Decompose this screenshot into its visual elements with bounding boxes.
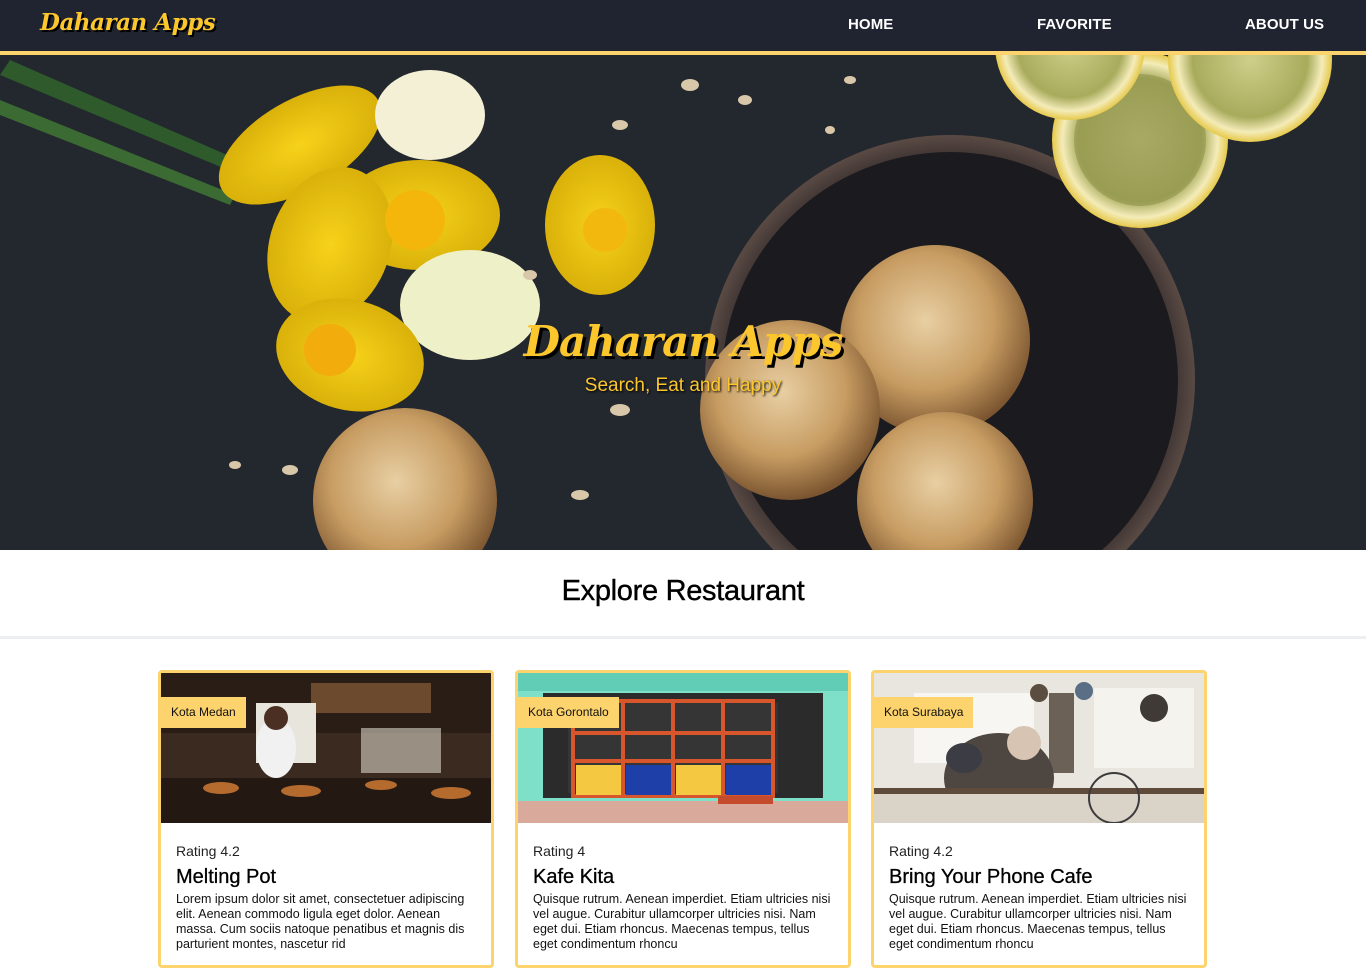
section-title: Explore Restaurant [561,575,805,607]
restaurant-rating: Rating 4 [533,843,586,859]
nav-link-home[interactable]: HOME [848,16,893,33]
restaurant-card[interactable]: Kota Surabaya Rating 4.2 Bring Your Phon… [871,670,1207,968]
restaurant-description: Quisque rutrum. Aenean imperdiet. Etiam … [889,892,1187,951]
restaurant-card[interactable]: Kota Gorontalo Rating 4 Kafe Kita Quisqu… [515,670,851,968]
nav-link-favorite[interactable]: FAVORITE [1037,16,1112,33]
restaurant-thumbnail: Kota Surabaya [874,673,1204,823]
section-divider [0,636,1366,639]
restaurant-description: Lorem ipsum dolor sit amet, consectetuer… [176,892,465,951]
hero-title: Daharan Apps [523,317,844,366]
restaurant-name[interactable]: Melting Pot [176,866,276,889]
restaurant-thumbnail: Kota Medan [161,673,491,823]
restaurant-description: Quisque rutrum. Aenean imperdiet. Etiam … [533,892,831,951]
nav-link-about-us[interactable]: ABOUT US [1245,16,1324,33]
navbar: Daharan Apps HOME FAVORITE ABOUT US [0,0,1366,55]
hero-image [0,55,1366,550]
restaurant-card[interactable]: Kota Medan Rating 4.2 Melting Pot Lorem … [158,670,494,968]
brand-logo[interactable]: Daharan Apps [40,9,216,36]
hero-tagline: Search, Eat and Happy [584,375,782,396]
restaurant-name[interactable]: Kafe Kita [533,866,614,889]
city-badge: Kota Gorontalo [518,697,619,728]
restaurant-rating: Rating 4.2 [176,843,240,859]
restaurant-name[interactable]: Bring Your Phone Cafe [889,866,1093,889]
city-badge: Kota Surabaya [874,697,974,728]
hero-banner: Daharan Apps Search, Eat and Happy [0,55,1366,550]
city-badge: Kota Medan [161,697,246,728]
restaurant-thumbnail: Kota Gorontalo [518,673,848,823]
restaurant-rating: Rating 4.2 [889,843,953,859]
